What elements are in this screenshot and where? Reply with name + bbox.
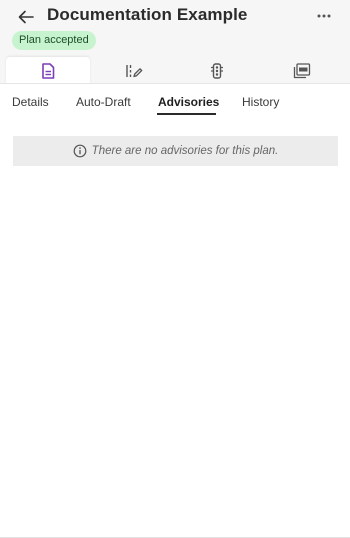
tab-document[interactable] xyxy=(6,57,90,84)
status-badge: Plan accepted xyxy=(12,31,96,50)
back-button[interactable] xyxy=(14,6,38,28)
tab-auto-draft[interactable]: Auto-Draft xyxy=(76,95,131,109)
more-options-button[interactable] xyxy=(313,7,335,25)
empty-message: There are no advisories for this plan. xyxy=(91,145,279,157)
draft-edit-icon xyxy=(126,64,143,77)
header-divider xyxy=(0,83,350,84)
tab-traffic[interactable] xyxy=(175,57,259,84)
tab-advisories[interactable]: Advisories xyxy=(158,95,219,109)
arrow-left-icon xyxy=(18,10,34,24)
pdf-icon xyxy=(293,62,311,78)
tab-history[interactable]: History xyxy=(242,95,279,109)
tab-draft-edit[interactable] xyxy=(92,57,176,84)
active-tab-indicator xyxy=(157,113,216,115)
icon-tab-bar xyxy=(0,57,350,84)
document-icon xyxy=(42,62,55,79)
page-title: Documentation Example xyxy=(47,5,248,24)
page-header: Documentation Example Plan accepted xyxy=(0,0,350,84)
more-horizontal-icon xyxy=(317,14,331,18)
info-icon xyxy=(73,144,87,158)
tab-details[interactable]: Details xyxy=(12,95,49,109)
advisories-empty-state: There are no advisories for this plan. xyxy=(13,136,338,166)
traffic-light-icon xyxy=(211,62,223,79)
tab-pdf[interactable] xyxy=(260,57,344,84)
